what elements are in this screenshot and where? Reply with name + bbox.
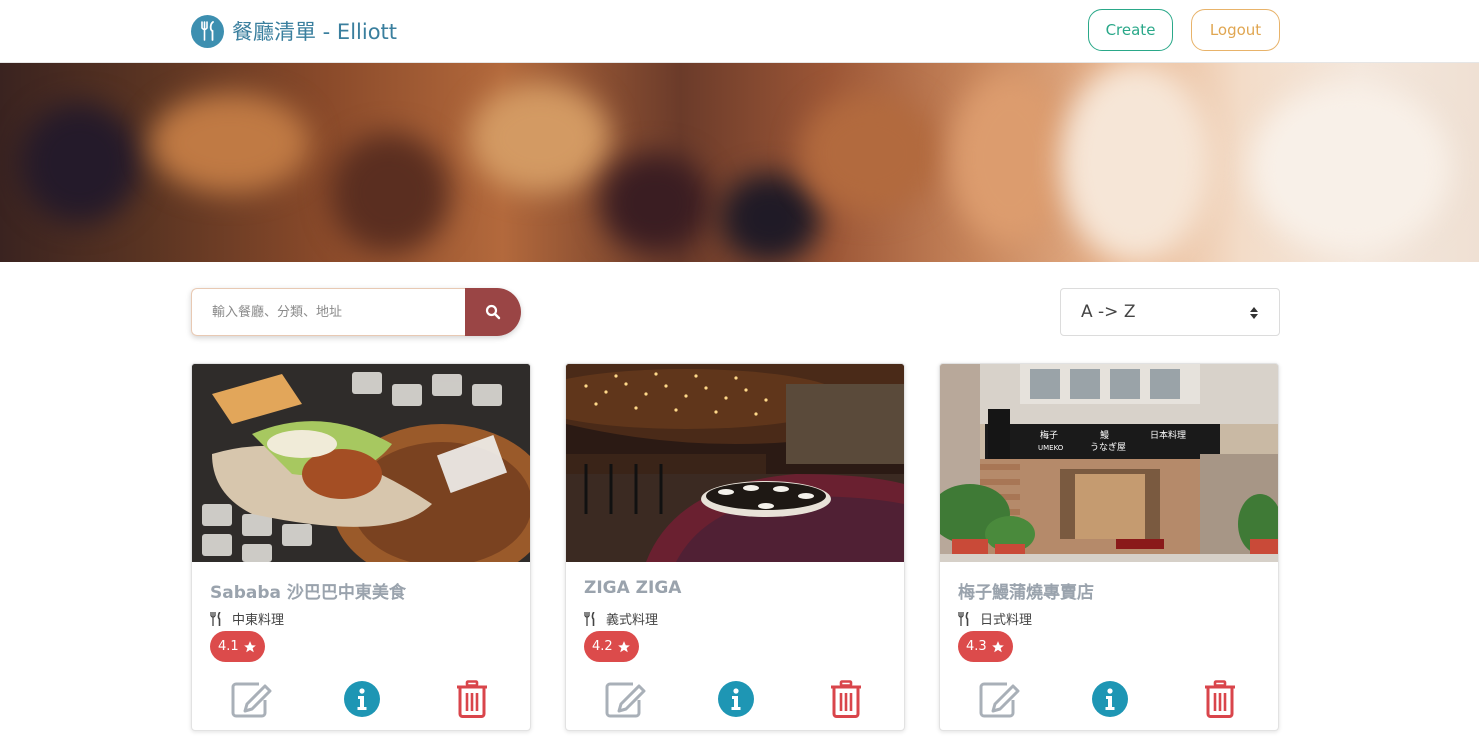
trash-icon <box>457 680 487 718</box>
restaurant-card[interactable]: Sababa 沙巴巴中東美食 中東料理 4.1 <box>191 363 531 731</box>
edit-button[interactable] <box>978 679 1022 719</box>
edit-icon <box>979 682 1020 718</box>
search-button[interactable] <box>465 288 521 336</box>
restaurant-category: 中東料理 <box>232 613 285 628</box>
trash-icon <box>831 680 861 718</box>
info-icon <box>1092 681 1128 717</box>
svg-text:うなぎ屋: うなぎ屋 <box>1090 441 1126 453</box>
brand[interactable]: 餐廳清單 - Elliott <box>191 14 397 48</box>
rating-badge: 4.2 <box>584 631 639 662</box>
svg-text:梅子: 梅子 <box>1040 429 1058 441</box>
utensils-icon <box>958 611 969 626</box>
svg-text:日本料理: 日本料理 <box>1150 429 1186 441</box>
utensils-icon <box>191 14 224 48</box>
restaurant-name[interactable]: 梅子鰻蒲燒專賣店 <box>958 578 1094 603</box>
search-bar <box>191 288 521 336</box>
restaurant-photo <box>566 364 904 562</box>
info-button[interactable] <box>340 679 384 719</box>
edit-button[interactable] <box>230 679 274 719</box>
star-icon <box>617 640 630 652</box>
edit-icon <box>231 682 272 718</box>
svg-text:鰻: 鰻 <box>1100 429 1109 441</box>
restaurant-photo: 梅子 鰻 日本料理 UMEKO うなぎ屋 <box>940 364 1278 562</box>
rating-badge: 4.3 <box>958 631 1013 662</box>
restaurant-category: 義式料理 <box>606 613 659 628</box>
utensils-icon <box>210 611 221 626</box>
restaurant-card[interactable]: ZIGA ZIGA 義式料理 4.2 <box>565 363 905 731</box>
star-icon <box>243 640 256 652</box>
rating-value: 4.1 <box>218 639 239 654</box>
restaurant-photo <box>192 364 530 562</box>
logout-button[interactable]: Logout <box>1191 9 1280 51</box>
svg-text:UMEKO: UMEKO <box>1038 444 1064 452</box>
edit-icon <box>605 682 646 718</box>
sort-arrows-icon <box>1250 307 1258 319</box>
delete-button[interactable] <box>824 679 868 719</box>
restaurant-name[interactable]: Sababa 沙巴巴中東美食 <box>210 578 406 603</box>
delete-button[interactable] <box>1198 679 1242 719</box>
edit-button[interactable] <box>604 679 648 719</box>
restaurant-category: 日式料理 <box>980 613 1033 628</box>
brand-title: 餐廳清單 - Elliott <box>232 20 398 44</box>
info-button[interactable] <box>1088 679 1132 719</box>
trash-icon <box>1205 680 1235 718</box>
rating-value: 4.2 <box>592 639 613 654</box>
info-icon <box>718 681 754 717</box>
navbar: 餐廳清單 - Elliott Create Logout <box>0 0 1479 63</box>
info-button[interactable] <box>714 679 758 719</box>
info-icon <box>344 681 380 717</box>
sort-select[interactable]: A -> Z <box>1060 288 1280 336</box>
search-icon <box>485 304 501 320</box>
hero-banner <box>0 63 1479 262</box>
rating-badge: 4.1 <box>210 631 265 662</box>
restaurant-card[interactable]: 梅子鰻日本料理 UMEKO うなぎ屋 梅子鰻蒲燒專賣店 日式料理 4.3 <box>939 363 1279 731</box>
sort-selected-value: A -> Z <box>1081 302 1136 322</box>
search-input[interactable] <box>191 288 465 336</box>
restaurant-name[interactable]: ZIGA ZIGA <box>584 578 681 598</box>
utensils-icon <box>584 611 595 626</box>
star-icon <box>991 640 1004 652</box>
rating-value: 4.3 <box>966 639 987 654</box>
create-button[interactable]: Create <box>1088 9 1173 51</box>
delete-button[interactable] <box>450 679 494 719</box>
